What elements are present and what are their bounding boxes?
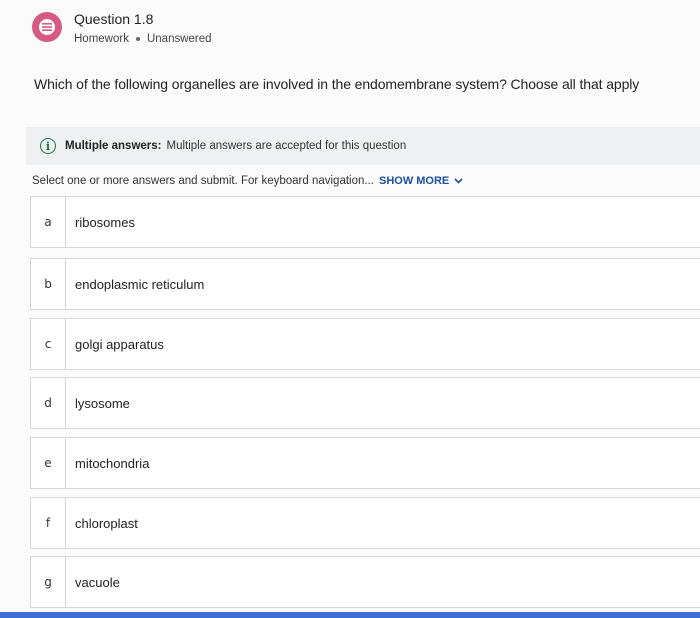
question-type: Homework <box>74 33 129 45</box>
separator-dot <box>135 37 140 41</box>
option-text: mitochondria <box>75 455 150 471</box>
option-letter: a <box>44 215 52 229</box>
option-divider <box>65 378 66 428</box>
answer-option-c[interactable]: c golgi apparatus <box>30 318 700 370</box>
instructions: Select one or more answers and submit. F… <box>32 175 463 187</box>
option-divider <box>65 319 66 369</box>
instructions-text: Select one or more answers and submit. F… <box>32 175 374 187</box>
option-divider <box>65 498 66 548</box>
info-text: Multiple answers are accepted for this q… <box>166 140 407 152</box>
option-letter: b <box>44 277 52 291</box>
question-list-icon <box>32 12 62 42</box>
option-text: golgi apparatus <box>75 336 164 352</box>
progress-accent-bar <box>0 612 700 618</box>
option-divider <box>65 438 66 488</box>
option-divider <box>65 197 66 247</box>
option-text: vacuole <box>75 574 120 590</box>
option-text: chloroplast <box>75 515 138 531</box>
option-divider <box>65 259 66 309</box>
answer-option-b[interactable]: b endoplasmic reticulum <box>30 258 700 310</box>
option-letter: g <box>44 575 52 589</box>
option-divider <box>65 557 66 607</box>
info-icon: i <box>40 138 56 154</box>
answer-option-a[interactable]: a ribosomes <box>30 196 700 248</box>
chevron-down-icon <box>454 176 463 187</box>
option-text: endoplasmic reticulum <box>75 276 205 292</box>
option-letter: f <box>45 516 51 530</box>
question-meta: Homework Unanswered <box>74 33 212 45</box>
option-text: lysosome <box>75 395 130 411</box>
option-text: ribosomes <box>75 214 135 230</box>
answer-option-e[interactable]: e mitochondria <box>30 437 700 489</box>
answer-option-d[interactable]: d lysosome <box>30 377 700 429</box>
info-label: Multiple answers: <box>65 140 162 152</box>
show-more-link[interactable]: SHOW MORE <box>379 175 463 187</box>
answer-option-g[interactable]: g vacuole <box>30 556 700 608</box>
multiple-answers-banner: i Multiple answers: Multiple answers are… <box>26 127 700 165</box>
question-title: Question 1.8 <box>74 11 154 27</box>
option-letter: d <box>44 396 52 410</box>
question-page: Question 1.8 Homework Unanswered Which o… <box>0 0 700 618</box>
option-letter: e <box>44 456 52 470</box>
show-more-label: SHOW MORE <box>378 175 450 187</box>
question-status: Unanswered <box>146 33 212 45</box>
question-prompt: Which of the following organelles are in… <box>34 76 640 92</box>
answer-option-f[interactable]: f chloroplast <box>30 497 700 549</box>
option-letter: c <box>44 337 52 351</box>
